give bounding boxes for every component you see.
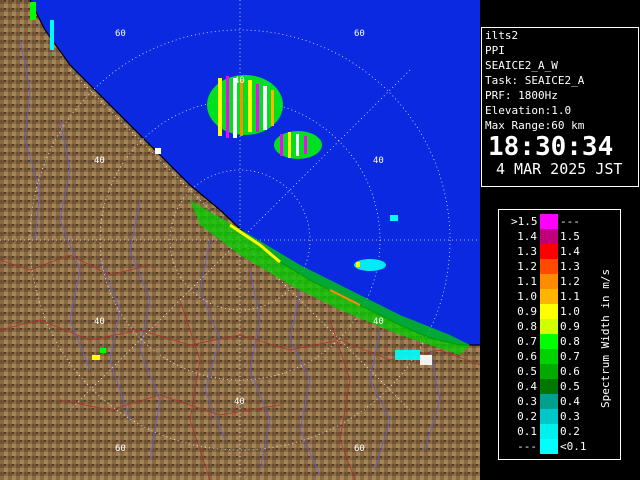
legend-lower-bound: 0.2: [517, 410, 537, 423]
legend-lower-bound: 0.1: [517, 425, 537, 438]
range-label-60-bottom: 60: [115, 444, 126, 454]
legend-lower-bound: 0.5: [517, 365, 537, 378]
range-label-40-top: 40: [234, 76, 245, 86]
legend-upper-bound: 1.4: [560, 245, 580, 258]
legend-lower-bound: 0.7: [517, 335, 537, 348]
legend-swatch: [540, 289, 558, 304]
legend-upper-bound: <0.1: [560, 440, 587, 453]
legend-row: 1.3 1.4: [499, 244, 620, 259]
legend-swatch: [540, 379, 558, 394]
range-label-40-right-low: 40: [373, 317, 384, 327]
legend-swatch: [540, 334, 558, 349]
station-name: ilts2: [485, 29, 519, 42]
scan-date: 4 MAR 2025 JST: [496, 160, 623, 178]
legend-upper-bound: 1.5: [560, 230, 580, 243]
range-label-40-bottom: 40: [234, 397, 245, 407]
legend-lower-bound: 1.0: [517, 290, 537, 303]
legend-upper-bound: 1.2: [560, 275, 580, 288]
legend-swatch: [540, 409, 558, 424]
range-label-40-left-low: 40: [94, 317, 105, 327]
legend-row: >1.5 ---: [499, 214, 620, 229]
task-line: Task: SEAICE2_A: [485, 74, 585, 87]
legend-upper-bound: 1.0: [560, 305, 580, 318]
legend-swatch: [540, 229, 558, 244]
legend-row: 0.2 0.3: [499, 409, 620, 424]
range-label-40-right: 40: [373, 156, 384, 166]
legend-swatch: [540, 304, 558, 319]
legend-lower-bound: 0.6: [517, 350, 537, 363]
range-label-60-bottomright: 60: [354, 444, 365, 454]
legend-row: --- <0.1: [499, 439, 620, 454]
legend-swatch: [540, 274, 558, 289]
legend-swatch: [540, 349, 558, 364]
legend-row: 0.1 0.2: [499, 424, 620, 439]
legend-upper-bound: ---: [560, 215, 580, 228]
legend-swatch: [540, 214, 558, 229]
legend-upper-bound: 0.4: [560, 395, 580, 408]
legend-upper-bound: 0.7: [560, 350, 580, 363]
elevation-line: Elevation:1.0: [485, 104, 572, 117]
range-label-60-topright: 60: [354, 29, 365, 39]
task-short: SEAICE2_A_W: [485, 59, 558, 72]
legend-swatch: [540, 394, 558, 409]
scan-time: 18:30:34: [488, 132, 614, 162]
legend-lower-bound: 1.1: [517, 275, 537, 288]
legend-row: 1.4 1.5: [499, 229, 620, 244]
legend-upper-bound: 0.9: [560, 320, 580, 333]
legend-upper-bound: 1.3: [560, 260, 580, 273]
legend-upper-bound: 1.1: [560, 290, 580, 303]
prf-line: PRF: 1800Hz: [485, 89, 558, 102]
legend-lower-bound: 0.9: [517, 305, 537, 318]
legend-title: Spectrum Width in m/s: [599, 268, 612, 408]
scan-info-panel: ilts2 PPI SEAICE2_A_W Task: SEAICE2_A PR…: [481, 27, 639, 187]
legend-lower-bound: >1.5: [511, 215, 538, 228]
legend-upper-bound: 0.6: [560, 365, 580, 378]
range-label-60-top: 60: [115, 29, 126, 39]
legend-lower-bound: 0.8: [517, 320, 537, 333]
legend-lower-bound: 1.2: [517, 260, 537, 273]
legend-lower-bound: 1.3: [517, 245, 537, 258]
legend-swatch: [540, 364, 558, 379]
legend-swatch: [540, 259, 558, 274]
legend-lower-bound: 1.4: [517, 230, 537, 243]
legend-swatch: [540, 319, 558, 334]
legend-lower-bound: ---: [517, 440, 537, 453]
legend-lower-bound: 0.4: [517, 380, 537, 393]
legend-swatch: [540, 424, 558, 439]
legend-upper-bound: 0.2: [560, 425, 580, 438]
legend-swatch: [540, 244, 558, 259]
scan-type: PPI: [485, 44, 505, 57]
legend-upper-bound: 0.5: [560, 380, 580, 393]
legend-upper-bound: 0.8: [560, 335, 580, 348]
radar-ppi-display[interactable]: 60 60 40 40 40 40 40 40 60 60: [0, 0, 480, 480]
legend-upper-bound: 0.3: [560, 410, 580, 423]
max-range-line: Max Range:60 km: [485, 119, 585, 132]
legend-swatch: [540, 439, 558, 454]
range-label-40-left: 40: [94, 156, 105, 166]
legend-lower-bound: 0.3: [517, 395, 537, 408]
